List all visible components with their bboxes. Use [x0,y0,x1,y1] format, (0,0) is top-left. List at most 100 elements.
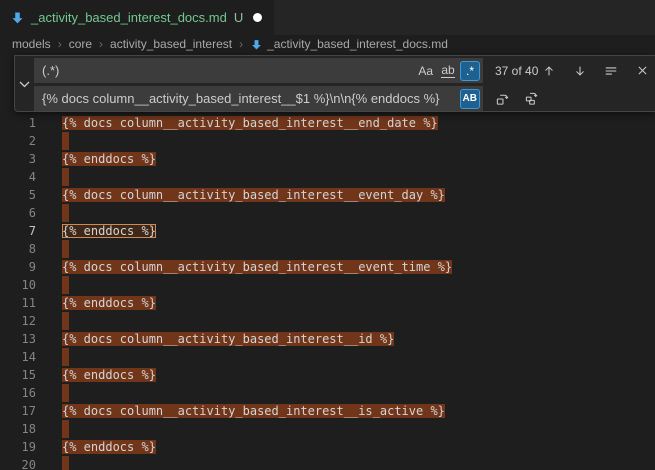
line-content: {% enddocs %} [62,366,156,384]
empty-regex-match-highlight [62,276,69,294]
line-content: {% enddocs %} [62,294,156,312]
empty-regex-match-highlight [62,384,69,402]
whole-word-toggle[interactable]: ab [438,61,458,81]
code-line[interactable]: 14 [0,348,655,366]
code-line[interactable]: 20 [0,456,655,470]
line-number: 16 [0,384,36,402]
code-line[interactable]: 8 [0,240,655,258]
line-number: 9 [0,258,36,276]
breadcrumb-separator: › [58,37,62,51]
breadcrumb-item[interactable]: models [12,37,51,51]
code-line[interactable]: 12 [0,312,655,330]
close-icon [636,64,649,77]
code-line[interactable]: 9 {% docs column__activity_based_interest… [0,258,655,276]
code-line[interactable]: 18 [0,420,655,438]
current-find-match: {% enddocs %} [62,224,156,238]
empty-regex-match-highlight [62,240,69,258]
code-line[interactable]: 10 [0,276,655,294]
close-find-widget-button[interactable] [631,60,653,82]
replace-row: AB [15,86,655,111]
markdown-file-icon [250,38,263,51]
git-untracked-badge: U [234,10,243,25]
line-number: 17 [0,402,36,420]
chevron-down-icon [19,81,30,88]
breadcrumb-label: _activity_based_interest_docs.md [267,37,448,51]
preserve-case-toggle[interactable]: AB [460,89,480,109]
find-match-highlight: {% docs column__activity_based_interest_… [62,188,445,202]
regex-toggle[interactable]: .* [460,61,480,81]
line-content: {% enddocs %} [62,438,156,456]
match-case-toggle[interactable]: Aa [415,61,436,81]
editor-pane[interactable]: 1 {% docs column__activity_based_interest… [0,53,655,470]
line-number: 19 [0,438,36,456]
code-line[interactable]: 1 {% docs column__activity_based_interest… [0,114,655,132]
match-count-label: 37 of 40 [495,64,538,78]
line-content [62,420,69,438]
replace-input-box: AB [34,86,483,111]
code-line[interactable]: 4 [0,168,655,186]
code-line[interactable]: 7 {% enddocs %} [0,222,655,240]
find-match-highlight: {% enddocs %} [62,440,156,454]
find-row: Aa ab .* 37 of 40 [15,58,655,83]
find-actions [538,60,653,82]
empty-regex-match-highlight [62,204,69,222]
find-input[interactable] [34,63,413,78]
breadcrumb-label: core [69,37,92,51]
line-content [62,204,69,222]
code-line[interactable]: 19 {% enddocs %} [0,438,655,456]
code-line[interactable]: 15 {% enddocs %} [0,366,655,384]
find-match-highlight: {% enddocs %} [62,296,156,310]
find-input-box: Aa ab .* [34,58,483,83]
breadcrumb-item[interactable]: _activity_based_interest_docs.md [250,37,448,51]
line-content: {% docs column__activity_based_interest_… [62,330,394,348]
line-content: {% docs column__activity_based_interest_… [62,114,438,132]
code-line[interactable]: 6 [0,204,655,222]
line-content: {% enddocs %} [62,222,156,240]
tab-title: _activity_based_interest_docs.md [31,10,227,25]
replace-actions [491,88,542,110]
code-line[interactable]: 13{% docs column__activity_based_interes… [0,330,655,348]
line-content [62,240,69,258]
breadcrumb-separator: › [99,37,103,51]
line-number: 15 [0,366,36,384]
line-content [62,312,69,330]
code-line[interactable]: 16 [0,384,655,402]
previous-match-button[interactable] [538,60,560,82]
find-match-highlight: {% docs column__activity_based_interest_… [62,404,445,418]
code-line[interactable]: 11{% enddocs %} [0,294,655,312]
tab-activity-based-interest-docs[interactable]: _activity_based_interest_docs.md U [0,0,274,35]
vscode-window: _activity_based_interest_docs.md U model… [0,0,655,470]
replace-input[interactable] [34,91,458,106]
line-content [62,348,69,366]
breadcrumb-item[interactable]: activity_based_interest [110,37,232,51]
line-number: 6 [0,204,36,222]
replace-all-button[interactable] [520,88,542,110]
line-number: 18 [0,420,36,438]
breadcrumb-label: activity_based_interest [110,37,232,51]
code-line[interactable]: 2 [0,132,655,150]
replace-button[interactable] [491,88,513,110]
breadcrumb-item[interactable]: core [69,37,92,51]
line-number: 1 [0,114,36,132]
line-content: {% docs column__activity_based_interest_… [62,402,445,420]
find-match-highlight: {% docs column__activity_based_interest_… [62,332,394,346]
next-match-button[interactable] [569,60,591,82]
line-number: 20 [0,456,36,470]
replace-icon [495,91,510,106]
code-line[interactable]: 3{% enddocs %} [0,150,655,168]
line-content: {% docs column__activity_based_interest_… [62,186,445,204]
markdown-file-icon [10,10,25,25]
find-match-highlight: {% docs column__activity_based_interest_… [62,260,452,274]
toggle-replace-chevron[interactable] [15,59,34,110]
line-number: 5 [0,186,36,204]
code-line[interactable]: 5 {% docs column__activity_based_interest… [0,186,655,204]
code-line[interactable]: 17 {% docs column__activity_based_interes… [0,402,655,420]
line-number: 7 [0,222,36,240]
line-content [62,132,69,150]
find-match-highlight: {% enddocs %} [62,368,156,382]
line-number: 2 [0,132,36,150]
breadcrumb-label: models [12,37,51,51]
find-in-selection-button[interactable] [600,60,622,82]
unsaved-changes-dot[interactable] [253,13,262,22]
line-number: 8 [0,240,36,258]
